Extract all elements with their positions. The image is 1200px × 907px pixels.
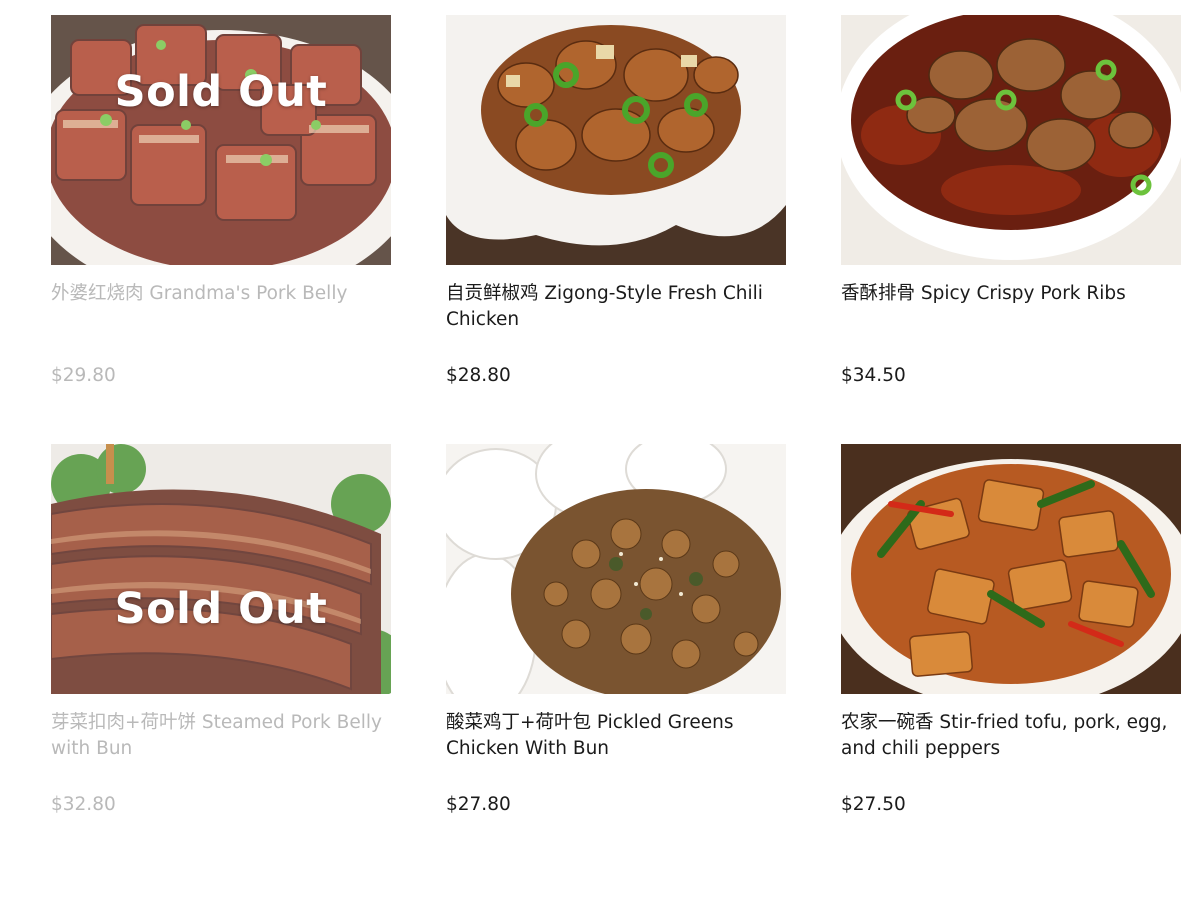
sold-out-overlay (51, 15, 391, 265)
dish-price: $27.50 (841, 794, 906, 815)
crispy-pork-ribs-image (841, 15, 1181, 265)
dish-photo[interactable] (446, 444, 786, 694)
dish-name[interactable]: 芽菜扣肉+荷叶饼 Steamed Pork Belly with Bun (51, 710, 396, 762)
dish-price: $29.80 (51, 365, 116, 386)
menu-item-card[interactable]: 自贡鲜椒鸡 Zigong-Style Fresh Chili Chicken $… (446, 15, 786, 386)
dish-name[interactable]: 外婆红烧肉 Grandma's Pork Belly (51, 281, 396, 307)
menu-item-card[interactable]: Sold Out 外婆红烧肉 Grandma's Pork Belly $29.… (51, 15, 391, 386)
dish-price: $28.80 (446, 365, 511, 386)
pickled-greens-chicken-image (446, 444, 786, 694)
menu-item-card[interactable]: 农家一碗香 Stir-fried tofu, pork, egg, and ch… (841, 444, 1181, 815)
dish-photo[interactable]: Sold Out (51, 444, 391, 694)
chili-chicken-image (446, 15, 786, 265)
sold-out-label: Sold Out (114, 584, 328, 634)
dish-name[interactable]: 农家一碗香 Stir-fried tofu, pork, egg, and ch… (841, 710, 1186, 762)
menu-grid: Sold Out 外婆红烧肉 Grandma's Pork Belly $29.… (0, 0, 1200, 907)
dish-name[interactable]: 酸菜鸡丁+荷叶包 Pickled Greens Chicken With Bun (446, 710, 791, 762)
menu-item-card[interactable]: Sold Out 芽菜扣肉+荷叶饼 Steamed Pork Belly wit… (51, 444, 391, 815)
dish-price: $27.80 (446, 794, 511, 815)
menu-item-card[interactable]: 酸菜鸡丁+荷叶包 Pickled Greens Chicken With Bun… (446, 444, 786, 815)
dish-photo[interactable] (446, 15, 786, 265)
dish-name[interactable]: 香酥排骨 Spicy Crispy Pork Ribs (841, 281, 1186, 307)
dish-photo[interactable] (841, 444, 1181, 694)
dish-photo[interactable] (841, 15, 1181, 265)
sold-out-label: Sold Out (114, 67, 328, 117)
dish-photo[interactable]: Sold Out (51, 15, 391, 265)
dish-price: $34.50 (841, 365, 906, 386)
dish-name[interactable]: 自贡鲜椒鸡 Zigong-Style Fresh Chili Chicken (446, 281, 791, 333)
dish-price: $32.80 (51, 794, 116, 815)
menu-item-card[interactable]: 香酥排骨 Spicy Crispy Pork Ribs $34.50 (841, 15, 1181, 386)
stir-fried-tofu-pork-image (841, 444, 1181, 694)
sold-out-overlay (51, 444, 391, 694)
